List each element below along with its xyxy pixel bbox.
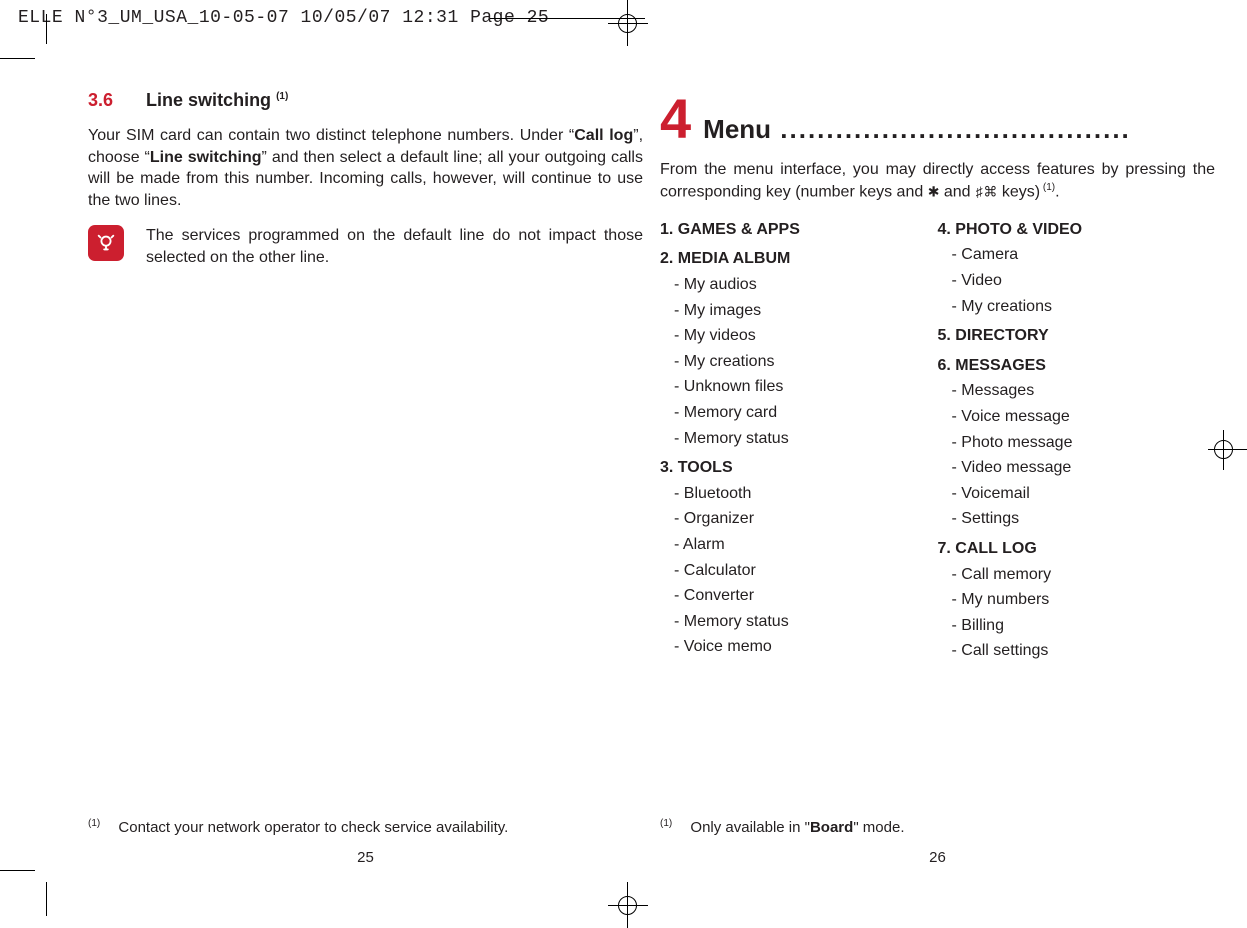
menu-subitem: Camera [938, 242, 1216, 268]
menu-subitem: Billing [938, 613, 1216, 639]
page-left: 3.6 Line switching (1) Your SIM card can… [88, 60, 643, 870]
text-bold: Call log [574, 127, 633, 144]
menu-subitem: Voicemail [938, 481, 1216, 507]
section-heading: 3.6 Line switching (1) [88, 90, 643, 111]
menu-subitem: Photo message [938, 430, 1216, 456]
section-number: 3.6 [88, 90, 113, 110]
footnote-text: Contact your network operator to check s… [118, 819, 508, 836]
page-number: 25 [88, 849, 643, 866]
registration-mark-top [614, 0, 642, 48]
section-title: Line switching [146, 90, 271, 110]
menu-heading: 2. MEDIA ALBUM [660, 246, 938, 272]
menu-subitem: Memory status [660, 609, 938, 635]
menu-subitem: My images [660, 298, 938, 324]
menu-columns: 1. GAMES & APPS2. MEDIA ALBUMMy audiosMy… [660, 213, 1215, 664]
menu-heading: 5. DIRECTORY [938, 323, 1216, 349]
crop-mark [0, 870, 35, 871]
chapter-dots: ...................................... [771, 114, 1131, 144]
chapter-number: 4 [660, 94, 691, 144]
tip-icon [88, 225, 124, 261]
footnote: (1) Only available in "Board" mode. [660, 818, 905, 836]
menu-subitem: Converter [660, 583, 938, 609]
menu-subitem: Unknown files [660, 374, 938, 400]
menu-subitem: Memory status [660, 426, 938, 452]
menu-heading: 4. PHOTO & VIDEO [938, 217, 1216, 243]
crop-mark [46, 14, 47, 44]
footnote: (1) Contact your network operator to che… [88, 818, 508, 836]
footnote-mark: (1) [660, 818, 672, 829]
menu-heading: 1. GAMES & APPS [660, 217, 938, 243]
menu-subitem: Video [938, 268, 1216, 294]
menu-subitem: Memory card [660, 400, 938, 426]
chapter-intro: From the menu interface, you may directl… [660, 159, 1215, 203]
page-right: 4 Menu .................................… [660, 60, 1215, 870]
page-number: 26 [660, 849, 1215, 866]
footnote-text: " mode. [853, 819, 904, 836]
menu-column-1: 1. GAMES & APPS2. MEDIA ALBUMMy audiosMy… [660, 213, 938, 664]
menu-subitem: Voice memo [660, 634, 938, 660]
menu-subitem: Voice message [938, 404, 1216, 430]
note-text: The services programmed on the default l… [146, 225, 643, 268]
crop-mark [46, 882, 47, 916]
menu-subitem: Settings [938, 506, 1216, 532]
menu-heading: 3. TOOLS [660, 455, 938, 481]
menu-subitem: Alarm [660, 532, 938, 558]
menu-subitem: My audios [660, 272, 938, 298]
menu-subitem: My creations [938, 294, 1216, 320]
menu-heading: 7. CALL LOG [938, 536, 1216, 562]
menu-subitem: My videos [660, 323, 938, 349]
menu-subitem: Video message [938, 455, 1216, 481]
menu-column-2: 4. PHOTO & VIDEOCameraVideoMy creations 5… [938, 213, 1216, 664]
footnote-text: Only available in " [690, 819, 810, 836]
text: keys) [997, 183, 1040, 200]
section-superscript: (1) [276, 91, 288, 102]
hash-key-icon: ♯⌘ [975, 185, 997, 201]
menu-subitem: Calculator [660, 558, 938, 584]
body-paragraph: Your SIM card can contain two distinct t… [88, 125, 643, 211]
crop-mark [0, 58, 35, 59]
print-header: ELLE N°3_UM_USA_10-05-07 10/05/07 12:31 … [18, 8, 549, 28]
chapter-title: Menu [703, 114, 771, 144]
menu-subitem: Call settings [938, 638, 1216, 664]
menu-heading: 6. MESSAGES [938, 353, 1216, 379]
text: . [1055, 183, 1059, 200]
note-row: The services programmed on the default l… [88, 225, 643, 268]
text: Your SIM card can contain two distinct t… [88, 127, 574, 144]
text: and [939, 183, 975, 200]
menu-subitem: My numbers [938, 587, 1216, 613]
footnote-mark: (1) [88, 818, 100, 829]
superscript: (1) [1040, 182, 1055, 193]
star-key-icon: ✱ [928, 185, 940, 201]
menu-subitem: Organizer [660, 506, 938, 532]
menu-subitem: Bluetooth [660, 481, 938, 507]
menu-subitem: Call memory [938, 562, 1216, 588]
menu-subitem: My creations [660, 349, 938, 375]
footnote-bold: Board [810, 819, 853, 836]
text-bold: Line switching [150, 149, 262, 166]
menu-subitem: Messages [938, 378, 1216, 404]
chapter-heading: 4 Menu .................................… [660, 94, 1215, 145]
